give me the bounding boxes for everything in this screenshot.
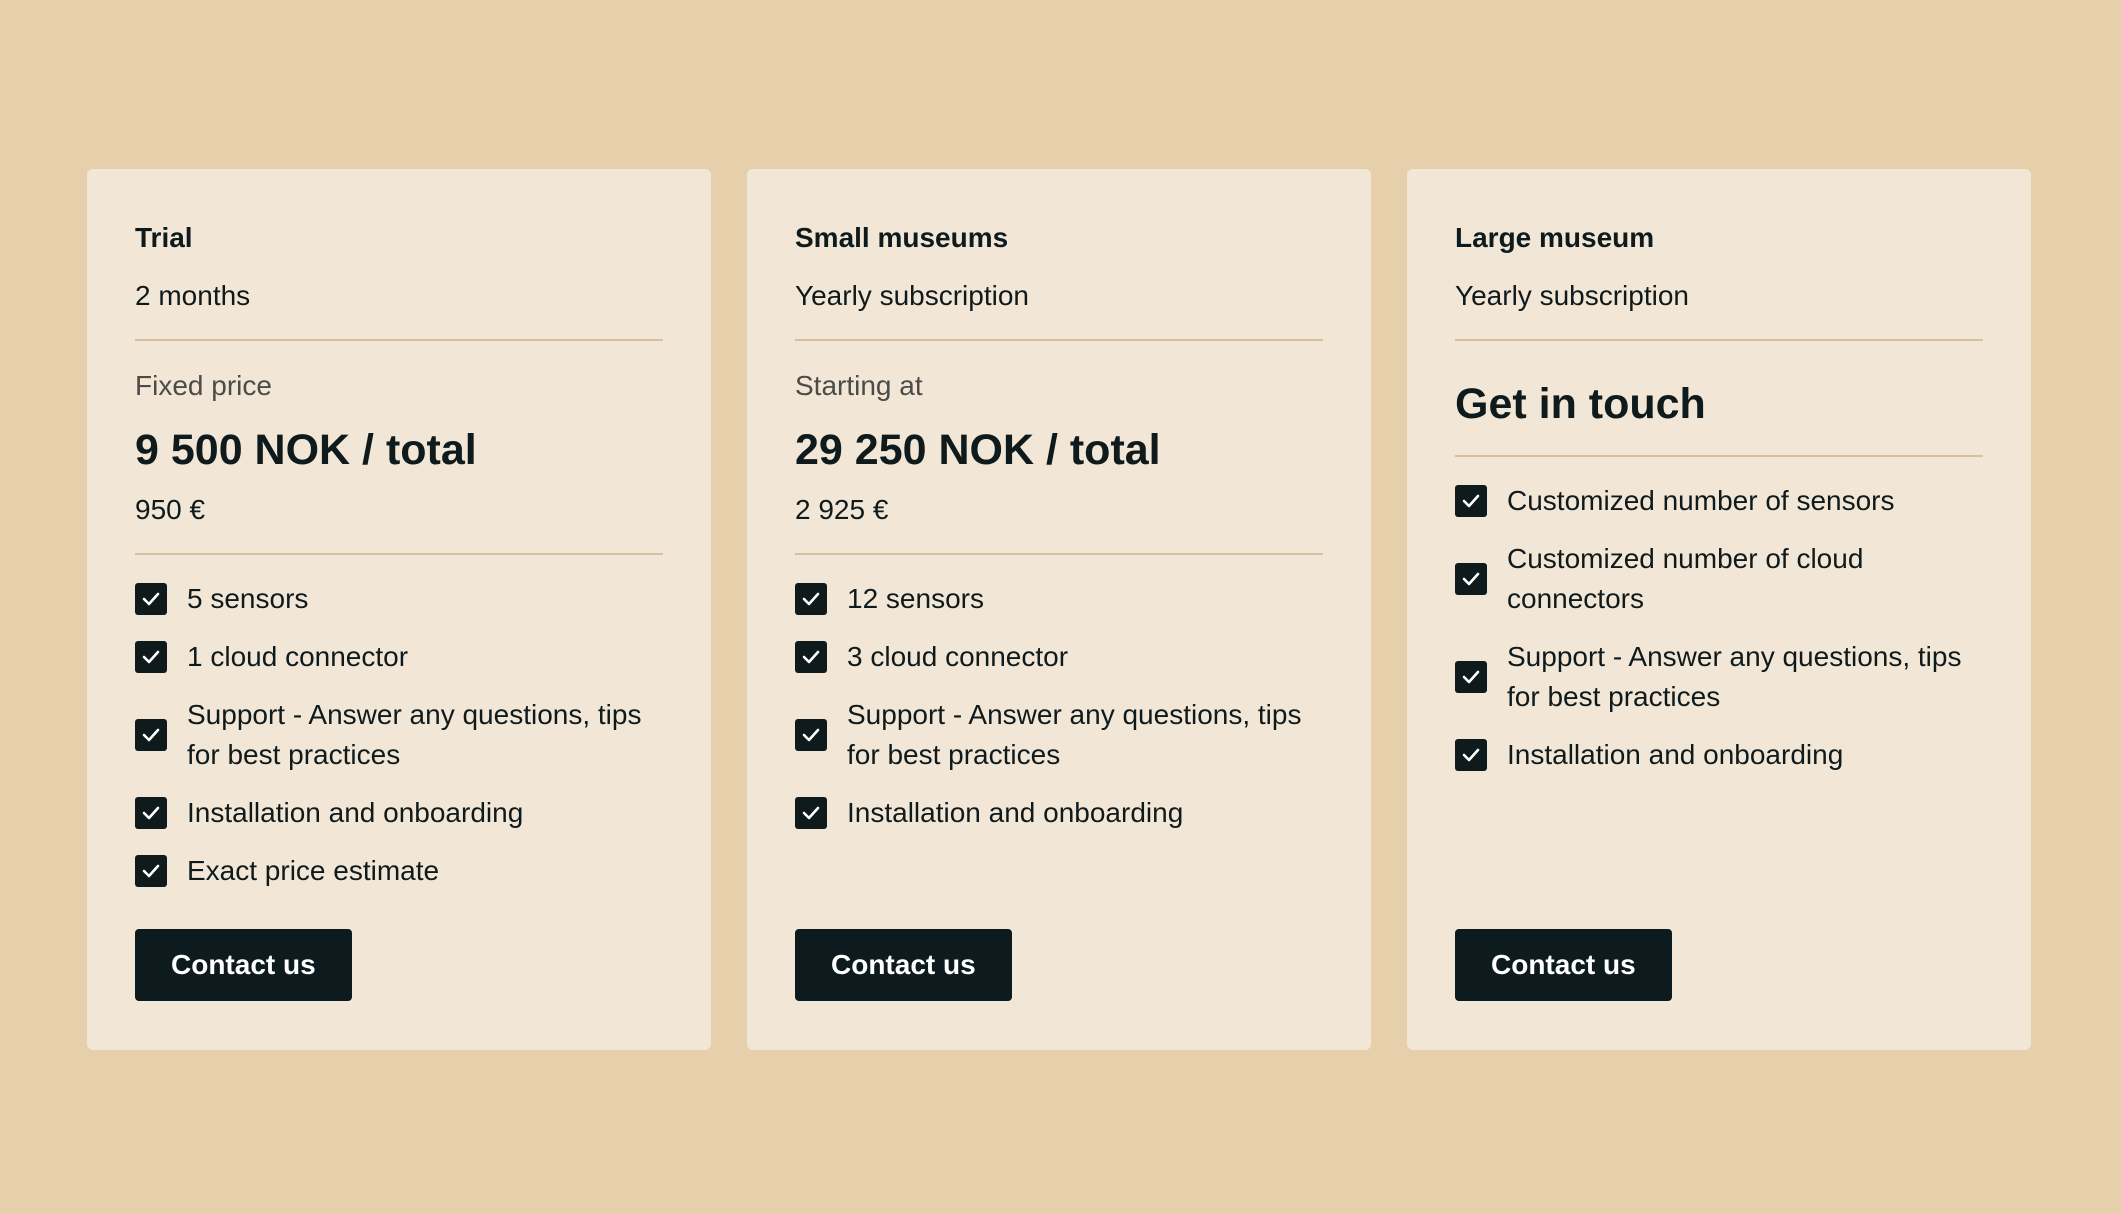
divider <box>795 339 1323 341</box>
checkbox-checked-icon <box>795 719 827 751</box>
plan-period: 2 months <box>135 280 251 311</box>
feature-item: Support - Answer any questions, tips for… <box>1455 637 1983 717</box>
feature-item: 5 sensors <box>135 579 663 619</box>
checkbox-checked-icon <box>1455 739 1487 771</box>
contact-us-button[interactable]: Contact us <box>135 929 352 1001</box>
checkbox-checked-icon <box>1455 563 1487 595</box>
plan-name: Trial <box>135 222 193 253</box>
plan-name: Small museums <box>795 222 1009 253</box>
feature-text: 3 cloud connector <box>847 641 1069 672</box>
feature-item: Support - Answer any questions, tips for… <box>135 695 663 775</box>
price-label: Fixed price <box>135 370 272 401</box>
plan-period: Yearly subscription <box>1455 280 1689 311</box>
checkbox-checked-icon <box>795 641 827 673</box>
plan-period: Yearly subscription <box>795 280 1029 311</box>
contact-us-button[interactable]: Contact us <box>795 929 1012 1001</box>
plan-card-trial: Trial 2 months Fixed price 9 500 NOK / t… <box>87 169 711 1050</box>
feature-text: Installation and onboarding <box>1507 739 1844 770</box>
feature-item: 3 cloud connector <box>795 637 1323 677</box>
feature-text: Customized number of sensors <box>1507 485 1895 516</box>
feature-text: Support - Answer any questions, tips for… <box>187 699 642 770</box>
checkbox-checked-icon <box>135 855 167 887</box>
feature-item: Installation and onboarding <box>1455 735 1983 775</box>
divider <box>795 553 1323 555</box>
feature-list: Customized number of sensors Customized … <box>1455 481 1983 775</box>
feature-text: Exact price estimate <box>187 855 440 886</box>
checkbox-checked-icon <box>795 797 827 829</box>
checkbox-checked-icon <box>1455 661 1487 693</box>
contact-us-button[interactable]: Contact us <box>1455 929 1672 1001</box>
plan-card-small-museums: Small museums Yearly subscription Starti… <box>747 169 1371 1050</box>
feature-list: 12 sensors 3 cloud connector Support - A… <box>795 579 1323 833</box>
divider <box>135 553 663 555</box>
feature-text: 1 cloud connector <box>187 641 409 672</box>
feature-item: Support - Answer any questions, tips for… <box>795 695 1323 775</box>
feature-text: 5 sensors <box>187 583 309 614</box>
feature-item: 12 sensors <box>795 579 1323 619</box>
feature-item: 1 cloud connector <box>135 637 663 677</box>
pricing-cards: Trial 2 months Fixed price 9 500 NOK / t… <box>87 169 2031 1050</box>
feature-text: Installation and onboarding <box>187 797 524 828</box>
checkbox-checked-icon <box>135 641 167 673</box>
plan-name: Large museum <box>1455 222 1655 253</box>
divider <box>1455 339 1983 341</box>
feature-text: Customized number of cloud connectors <box>1507 543 1864 614</box>
feature-item: Customized number of sensors <box>1455 481 1983 521</box>
plan-card-large-museum: Large museum Yearly subscription Get in … <box>1407 169 2031 1050</box>
feature-text: 12 sensors <box>847 583 984 614</box>
checkbox-checked-icon <box>135 583 167 615</box>
checkbox-checked-icon <box>135 719 167 751</box>
price-nok: 29 250 NOK / total <box>795 426 1161 474</box>
price-eur: 2 925 € <box>795 494 889 525</box>
feature-item: Customized number of cloud connectors <box>1455 539 1983 619</box>
price-label: Starting at <box>795 370 923 401</box>
checkbox-checked-icon <box>795 583 827 615</box>
feature-text: Support - Answer any questions, tips for… <box>1507 641 1962 712</box>
feature-text: Installation and onboarding <box>847 797 1184 828</box>
price-eur: 950 € <box>135 494 206 525</box>
checkbox-checked-icon <box>1455 485 1487 517</box>
feature-list: 5 sensors 1 cloud connector Support - An… <box>135 579 663 891</box>
feature-item: Installation and onboarding <box>795 793 1323 833</box>
divider <box>135 339 663 341</box>
price-nok: 9 500 NOK / total <box>135 426 477 474</box>
feature-item: Exact price estimate <box>135 851 663 891</box>
feature-text: Support - Answer any questions, tips for… <box>847 699 1302 770</box>
get-in-touch-heading: Get in touch <box>1455 380 1706 428</box>
checkbox-checked-icon <box>135 797 167 829</box>
divider <box>1455 455 1983 457</box>
feature-item: Installation and onboarding <box>135 793 663 833</box>
